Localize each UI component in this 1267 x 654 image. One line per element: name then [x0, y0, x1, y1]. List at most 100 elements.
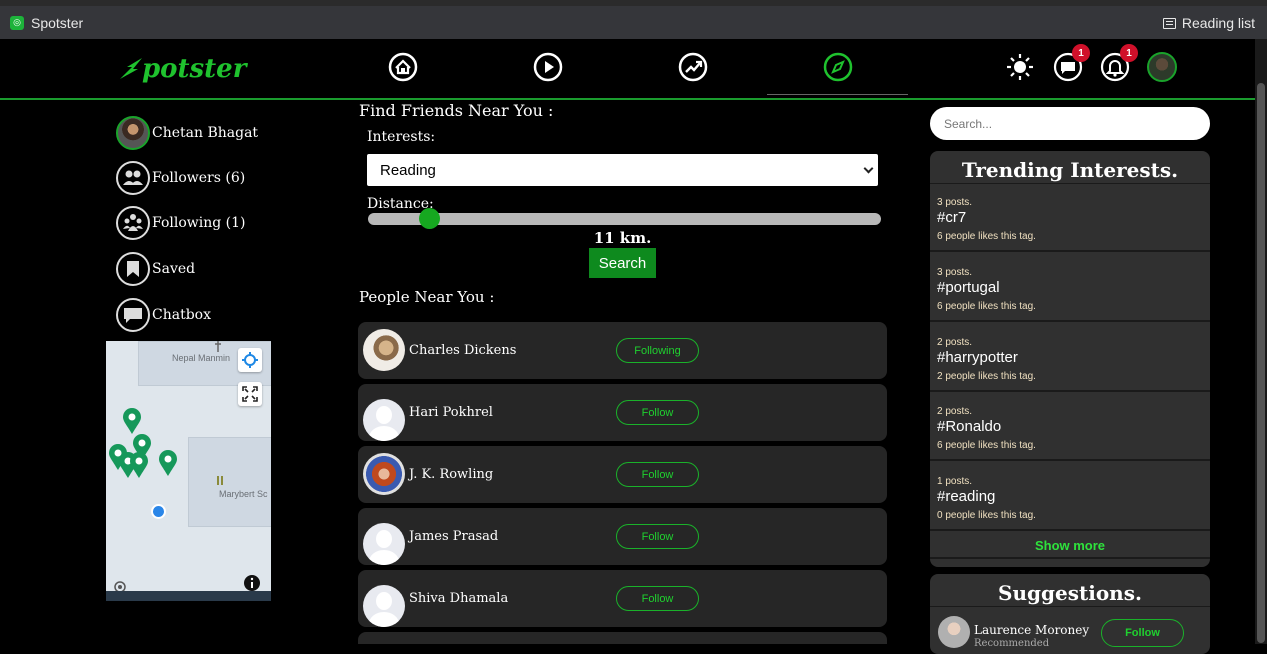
nearby-map[interactable]: Nepal Manmin Marybert Sc	[106, 341, 271, 601]
trending-item[interactable]: 2 posts. #harrypotter 2 people likes thi…	[930, 324, 1210, 392]
trend-posts: 2 posts.	[937, 337, 973, 348]
sidebar-item-label: Chatbox	[152, 307, 211, 323]
spotster-favicon-icon: ◎	[10, 15, 24, 30]
trend-tag[interactable]: #cr7	[937, 209, 966, 226]
person-row[interactable]: J. K. Rowling Follow	[358, 446, 887, 503]
suggestion-avatar	[938, 616, 970, 648]
person-avatar	[363, 329, 405, 371]
sidebar-item-followers[interactable]: Followers (6)	[116, 161, 245, 195]
follow-button[interactable]: Follow	[616, 400, 699, 425]
spotster-logo[interactable]: potster	[118, 54, 246, 84]
bookmark-icon	[116, 252, 150, 286]
play-icon[interactable]	[533, 52, 563, 82]
trend-likes: 6 people likes this tag.	[937, 440, 1036, 451]
map-fullscreen-button[interactable]	[238, 382, 262, 406]
crosshair-icon	[242, 352, 258, 368]
sidebar-item-chatbox[interactable]: Chatbox	[116, 298, 211, 332]
suggestions-panel: Suggestions. Laurence Moroney Recommende…	[930, 574, 1210, 654]
messages-badge: 1	[1072, 44, 1090, 62]
trend-posts: 3 posts.	[937, 267, 973, 278]
trending-title: Trending Interests.	[930, 151, 1210, 184]
trend-likes: 6 people likes this tag.	[937, 301, 1036, 312]
active-tab-indicator	[767, 94, 908, 95]
person-name[interactable]: Shiva Dhamala	[409, 570, 508, 627]
interests-label: Interests:	[367, 129, 436, 145]
person-name[interactable]: James Prasad	[409, 508, 498, 565]
chat-icon	[116, 298, 150, 332]
suggestions-title: Suggestions.	[930, 574, 1210, 607]
profile-name: Chetan Bhagat	[152, 125, 259, 141]
sidebar-item-label: Saved	[152, 261, 196, 277]
trending-icon[interactable]	[678, 52, 708, 82]
person-avatar	[363, 522, 405, 565]
person-row[interactable]: Shiva Dhamala Follow	[358, 570, 887, 627]
interests-select[interactable]: Reading	[367, 154, 878, 186]
trend-likes: 0 people likes this tag.	[937, 510, 1036, 521]
person-avatar	[363, 584, 405, 627]
following-button[interactable]: Following	[616, 338, 699, 363]
person-row[interactable]	[358, 632, 887, 644]
fullscreen-icon	[242, 386, 258, 402]
map-info-icon[interactable]	[243, 574, 261, 592]
notifications-badge: 1	[1120, 44, 1138, 62]
trend-likes: 2 people likes this tag.	[937, 371, 1036, 382]
trend-posts: 1 posts.	[937, 476, 973, 487]
profile-avatar	[116, 116, 150, 150]
bookmark-bar: ◎ Spotster Reading list	[0, 6, 1267, 39]
map-pin-icon[interactable]	[129, 451, 149, 479]
trend-posts: 2 posts.	[937, 406, 973, 417]
sidebar-item-label: Followers (6)	[152, 170, 246, 186]
school-icon	[217, 476, 223, 485]
person-row[interactable]: Hari Pokhrel Follow	[358, 384, 887, 441]
map-locate-button[interactable]	[238, 348, 262, 372]
trend-posts: 3 posts.	[937, 197, 973, 208]
trend-tag[interactable]: #Ronaldo	[937, 418, 1001, 435]
search-button[interactable]: Search	[589, 248, 656, 278]
distance-slider-thumb[interactable]	[419, 208, 441, 229]
map-pin-icon[interactable]	[158, 449, 178, 477]
trend-tag[interactable]: #harrypotter	[937, 349, 1018, 366]
sidebar-item-saved[interactable]: Saved	[116, 252, 195, 286]
user-avatar[interactable]	[1147, 52, 1177, 82]
map-cross-icon	[215, 341, 221, 352]
trending-item[interactable]: 3 posts. #portugal 6 people likes this t…	[930, 254, 1210, 322]
bookmark-spotster[interactable]: Spotster	[31, 15, 83, 31]
suggestion-follow-button[interactable]: Follow	[1101, 619, 1184, 647]
reading-list-label: Reading list	[1181, 15, 1255, 31]
follow-button[interactable]: Follow	[616, 586, 699, 611]
scrollbar-thumb[interactable]	[1257, 83, 1265, 643]
find-friends-title: Find Friends Near You :	[359, 101, 554, 120]
follow-button[interactable]: Follow	[616, 524, 699, 549]
search-input[interactable]: Search...	[930, 107, 1210, 140]
people-near-title: People Near You :	[359, 288, 495, 306]
trend-tag[interactable]: #reading	[937, 488, 995, 505]
trend-likes: 6 people likes this tag.	[937, 231, 1036, 242]
page-scrollbar[interactable]	[1255, 39, 1267, 644]
map-pin-icon[interactable]	[122, 407, 142, 435]
reading-list-icon	[1162, 17, 1176, 29]
sidebar-profile[interactable]: Chetan Bhagat	[116, 116, 258, 150]
reading-list-button[interactable]: Reading list	[1162, 15, 1255, 31]
map-place-label: Nepal Manmin	[172, 353, 231, 363]
person-avatar	[363, 398, 405, 441]
explore-compass-icon[interactable]	[823, 52, 853, 82]
chevron-down-icon	[863, 163, 874, 174]
person-name[interactable]: Hari Pokhrel	[409, 384, 493, 441]
follow-button[interactable]: Follow	[616, 462, 699, 487]
person-row[interactable]: James Prasad Follow	[358, 508, 887, 565]
home-icon[interactable]	[388, 52, 418, 82]
theme-sun-icon[interactable]	[1005, 52, 1035, 82]
person-name[interactable]: Charles Dickens	[409, 322, 516, 379]
person-name[interactable]: J. K. Rowling	[409, 446, 493, 503]
trending-item[interactable]: 1 posts. #reading 0 people likes this ta…	[930, 463, 1210, 531]
trending-item[interactable]: 2 posts. #Ronaldo 6 people likes this ta…	[930, 393, 1210, 461]
suggestion-name[interactable]: Laurence Moroney	[974, 623, 1089, 637]
top-navbar: potster 1 1	[0, 39, 1267, 100]
trend-tag[interactable]: #portugal	[937, 279, 1000, 296]
logo-text: potster	[142, 54, 247, 84]
map-place-label: Marybert Sc	[219, 489, 268, 499]
distance-slider[interactable]	[368, 213, 881, 225]
trending-item[interactable]: 3 posts. #cr7 6 people likes this tag.	[930, 184, 1210, 252]
person-row[interactable]: Charles Dickens Following	[358, 322, 887, 379]
show-more-link[interactable]: Show more	[930, 533, 1210, 559]
